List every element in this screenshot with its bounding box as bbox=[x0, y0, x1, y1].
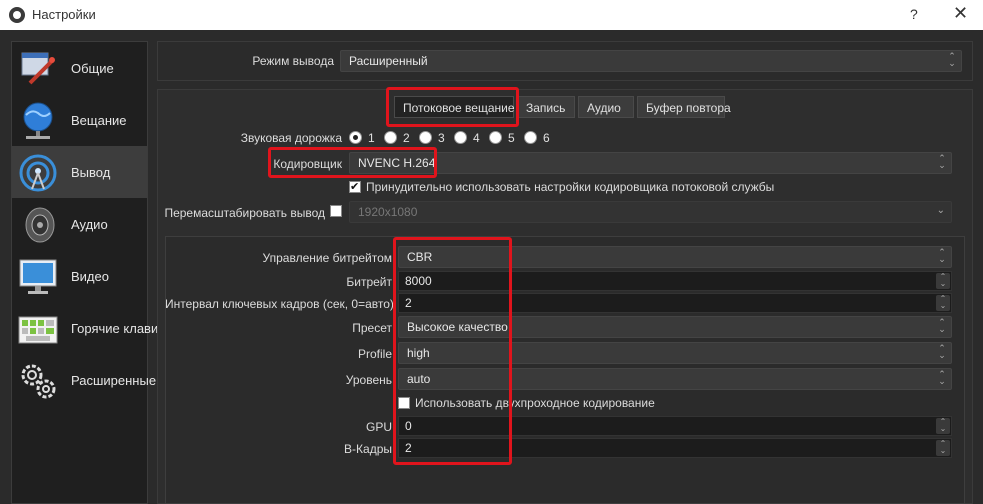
audio-track-radio-3[interactable] bbox=[419, 131, 432, 144]
audio-track-option: 4 bbox=[473, 131, 480, 145]
settings-sidebar: Общие Вещание Вывод Аудио Видео Горячие … bbox=[11, 41, 158, 504]
sidebar-item-general[interactable]: Общие bbox=[12, 42, 147, 94]
bframes-label: B-Кадры bbox=[344, 442, 392, 456]
sidebar-item-label: Расширенные bbox=[71, 373, 157, 388]
rescale-resolution-select: 1920x1080 ⌄ bbox=[349, 201, 952, 223]
spin-arrows-icon: ⌃ ⌄ bbox=[938, 343, 946, 360]
tab-label: Аудио bbox=[587, 101, 621, 115]
rescale-label: Перемасштабировать вывод bbox=[164, 206, 325, 220]
help-button[interactable]: ? bbox=[910, 6, 918, 22]
tab-audio[interactable]: Аудио bbox=[578, 96, 634, 118]
spinner-arrows-icon[interactable]: ⌃ ⌄ bbox=[936, 273, 950, 289]
sidebar-item-output[interactable]: Вывод bbox=[12, 146, 147, 198]
profile-label: Profile bbox=[357, 347, 392, 361]
close-button[interactable]: ✕ bbox=[953, 3, 968, 24]
general-settings-icon bbox=[21, 52, 55, 85]
sidebar-item-label: Общие bbox=[71, 61, 114, 76]
encoder-highlight bbox=[268, 147, 437, 178]
audio-track-option: 2 bbox=[403, 131, 410, 145]
output-mode-value: Расширенный bbox=[349, 54, 428, 68]
tab-recording[interactable]: Запись bbox=[517, 96, 575, 118]
output-mode-select[interactable]: Расширенный ⌃ ⌄ bbox=[340, 50, 962, 72]
speaker-icon bbox=[25, 207, 55, 243]
spin-arrows-icon: ⌃ ⌄ bbox=[938, 369, 946, 386]
obs-logo-icon bbox=[9, 7, 25, 23]
chevron-down-icon: ⌄ bbox=[936, 205, 945, 216]
sidebar-item-label: Видео bbox=[71, 269, 109, 284]
streaming-tab-highlight bbox=[386, 87, 519, 127]
encoder-settings-highlight bbox=[393, 237, 512, 465]
sidebar-item-label: Горячие клави bbox=[71, 321, 159, 336]
audio-track-option: 3 bbox=[438, 131, 445, 145]
keyframe-interval-label: Интервал ключевых кадров (сек, 0=авто) bbox=[165, 297, 394, 311]
title-bar: Настройки ? ✕ bbox=[0, 0, 983, 30]
enforce-encoder-settings-checkbox[interactable] bbox=[349, 180, 361, 193]
sidebar-item-label: Вещание bbox=[71, 113, 127, 128]
audio-track-option: 1 bbox=[368, 131, 375, 145]
encoder-select[interactable]: NVENC H.264 ⌃ ⌄ bbox=[349, 152, 952, 174]
preset-label: Пресет bbox=[352, 321, 392, 335]
audio-track-radio-1[interactable] bbox=[349, 131, 362, 144]
sidebar-item-label: Аудио bbox=[71, 217, 108, 232]
audio-track-option: 6 bbox=[543, 131, 550, 145]
audio-track-option: 5 bbox=[508, 131, 515, 145]
window-title: Настройки bbox=[32, 7, 96, 22]
spin-arrows-icon: ⌃ ⌄ bbox=[938, 247, 946, 264]
gears-icon bbox=[21, 364, 56, 399]
spin-arrows-icon: ⌃ ⌄ bbox=[938, 317, 946, 334]
spinner-arrows-icon[interactable]: ⌃ ⌄ bbox=[936, 418, 950, 434]
level-label: Уровень bbox=[345, 373, 392, 387]
monitor-icon bbox=[19, 259, 57, 294]
sidebar-item-audio[interactable]: Аудио bbox=[12, 198, 147, 250]
rescale-resolution-value: 1920x1080 bbox=[358, 205, 418, 219]
sidebar-item-advanced[interactable]: Расширенные bbox=[12, 354, 156, 406]
tab-label: Буфер повтора bbox=[646, 101, 731, 115]
sidebar-item-video[interactable]: Видео bbox=[12, 250, 147, 302]
spin-arrows-icon: ⌃ ⌄ bbox=[948, 51, 956, 68]
enforce-encoder-settings-label: Принудительно использовать настройки код… bbox=[366, 180, 775, 194]
audio-track-radio-4[interactable] bbox=[454, 131, 467, 144]
output-broadcast-icon bbox=[19, 154, 57, 192]
rate-control-label: Управление битрейтом bbox=[262, 251, 392, 265]
spinner-arrows-icon[interactable]: ⌃ ⌄ bbox=[936, 440, 950, 456]
sidebar-item-hotkeys[interactable]: Горячие клави bbox=[12, 302, 158, 354]
audio-track-radio-5[interactable] bbox=[489, 131, 502, 144]
spin-arrows-icon: ⌃ ⌄ bbox=[938, 153, 946, 170]
tab-label: Запись bbox=[526, 101, 566, 115]
tab-replay-buffer[interactable]: Буфер повтора bbox=[637, 96, 731, 118]
keyboard-icon bbox=[18, 316, 58, 344]
audio-track-label: Звуковая дорожка bbox=[240, 131, 342, 145]
gpu-label: GPU bbox=[365, 420, 392, 434]
rescale-checkbox[interactable] bbox=[330, 205, 342, 217]
audio-track-radio-2[interactable] bbox=[384, 131, 397, 144]
spinner-arrows-icon[interactable]: ⌃ ⌄ bbox=[936, 295, 950, 311]
globe-stream-icon bbox=[23, 102, 53, 139]
sidebar-item-label: Вывод bbox=[71, 165, 111, 180]
bitrate-label: Битрейт bbox=[346, 275, 392, 289]
output-mode-label: Режим вывода bbox=[252, 54, 334, 68]
sidebar-item-stream[interactable]: Вещание bbox=[12, 94, 147, 146]
audio-track-radio-6[interactable] bbox=[524, 131, 537, 144]
